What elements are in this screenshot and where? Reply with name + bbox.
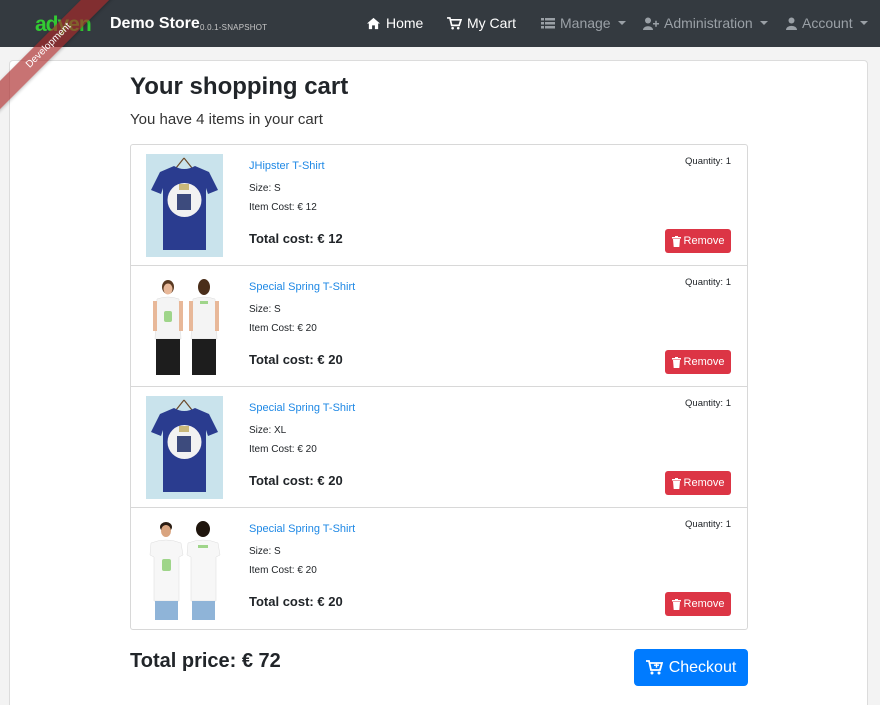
list-icon: [541, 18, 555, 29]
cart-item: Special Spring T-Shirt Size: XL Item Cos…: [131, 387, 747, 508]
nav-manage-label: Manage: [560, 15, 611, 31]
cart-plus-icon: [645, 660, 663, 675]
user-plus-icon: [643, 17, 659, 30]
remove-button[interactable]: Remove: [665, 471, 731, 495]
nav-home-label: Home: [386, 15, 424, 31]
product-name-link[interactable]: Special Spring T-Shirt: [249, 281, 355, 293]
remove-button[interactable]: Remove: [665, 592, 731, 616]
product-quantity: Quantity: 1: [685, 398, 731, 409]
product-total-cost: Total cost: € 20: [249, 352, 343, 367]
remove-button-label: Remove: [683, 235, 725, 247]
product-item-cost: Item Cost: € 20: [249, 444, 317, 455]
cart-list: JHipster T-Shirt Size: S Item Cost: € 12…: [130, 144, 748, 630]
cart-item: Special Spring T-Shirt Size: S Item Cost…: [131, 266, 747, 387]
svg-text:adyen: adyen: [35, 13, 91, 36]
product-quantity: Quantity: 1: [685, 277, 731, 288]
blue-tshirt-image: [146, 154, 223, 257]
product-total-cost: Total cost: € 20: [249, 473, 343, 488]
checkout-button[interactable]: Checkout: [634, 649, 748, 686]
product-item-cost: Item Cost: € 20: [249, 565, 317, 576]
nav-manage[interactable]: Manage: [541, 15, 626, 31]
remove-button-label: Remove: [683, 598, 725, 610]
product-image[interactable]: [146, 396, 223, 499]
product-size: Size: XL: [249, 425, 287, 436]
cart-item: JHipster T-Shirt Size: S Item Cost: € 12…: [131, 145, 747, 266]
product-name-link[interactable]: Special Spring T-Shirt: [249, 402, 355, 414]
chevron-down-icon: [859, 21, 868, 25]
remove-button-label: Remove: [683, 477, 725, 489]
product-image[interactable]: [146, 275, 223, 378]
remove-button[interactable]: Remove: [665, 229, 731, 253]
nav-home[interactable]: Home: [366, 15, 423, 31]
nav-my-cart[interactable]: My Cart: [447, 15, 516, 31]
nav-account[interactable]: Account: [786, 15, 868, 31]
woman-white-tshirt-image: [146, 275, 223, 378]
product-image[interactable]: [146, 517, 223, 620]
brand-title[interactable]: Demo Store: [110, 15, 200, 33]
trash-icon: [671, 356, 681, 368]
blue-tshirt-image: [146, 396, 223, 499]
product-size: Size: S: [249, 304, 281, 315]
cart-icon: [447, 16, 462, 29]
product-size: Size: S: [249, 546, 281, 557]
total-price: Total price: € 72: [130, 650, 281, 672]
man-white-tshirt-image: [146, 517, 223, 620]
nav-administration[interactable]: Administration: [643, 15, 768, 31]
cart-item: Special Spring T-Shirt Size: S Item Cost…: [131, 508, 747, 629]
home-icon: [367, 17, 380, 29]
page-subtitle: You have 4 items in your cart: [130, 111, 323, 128]
chevron-down-icon: [759, 21, 768, 25]
product-name-link[interactable]: Special Spring T-Shirt: [249, 523, 355, 535]
nav-my-cart-label: My Cart: [467, 15, 516, 31]
product-name-link[interactable]: JHipster T-Shirt: [249, 160, 325, 172]
navbar: adyen Demo Store 0.0.1-SNAPSHOT Home My …: [0, 0, 880, 47]
product-total-cost: Total cost: € 12: [249, 231, 343, 246]
trash-icon: [671, 598, 681, 610]
page-title: Your shopping cart: [130, 73, 349, 100]
user-icon: [786, 17, 797, 30]
product-size: Size: S: [249, 183, 281, 194]
remove-button[interactable]: Remove: [665, 350, 731, 374]
product-item-cost: Item Cost: € 20: [249, 323, 317, 334]
trash-icon: [671, 477, 681, 489]
product-quantity: Quantity: 1: [685, 156, 731, 167]
nav-administration-label: Administration: [664, 15, 753, 31]
product-quantity: Quantity: 1: [685, 519, 731, 530]
adyen-logo[interactable]: adyen: [35, 12, 97, 36]
nav-account-label: Account: [802, 15, 853, 31]
chevron-down-icon: [617, 21, 626, 25]
product-total-cost: Total cost: € 20: [249, 594, 343, 609]
product-item-cost: Item Cost: € 12: [249, 202, 317, 213]
checkout-button-label: Checkout: [668, 658, 737, 676]
remove-button-label: Remove: [683, 356, 725, 368]
trash-icon: [671, 235, 681, 247]
product-image[interactable]: [146, 154, 223, 257]
brand-version: 0.0.1-SNAPSHOT: [200, 23, 268, 32]
